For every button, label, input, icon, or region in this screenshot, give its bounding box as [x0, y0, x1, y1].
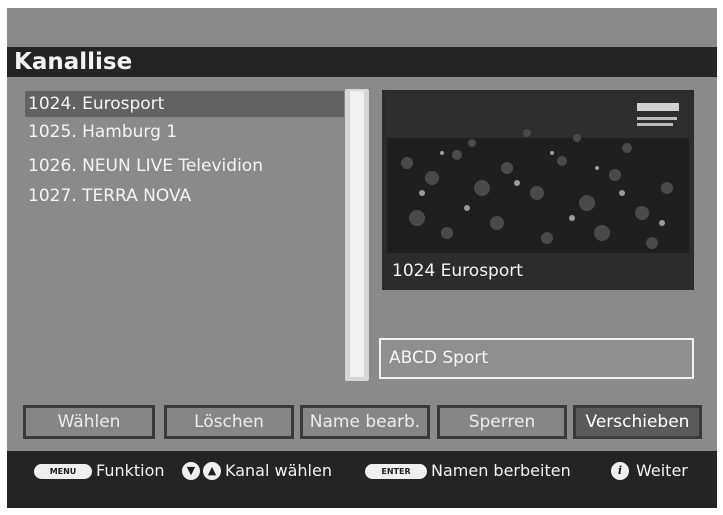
key-hints: MENU Funktion ▼ ▲ Kanal wählen ENTER Nam… [7, 458, 717, 484]
channel-item-label: 1025. Hamburg 1 [28, 122, 178, 142]
arrow-down-icon: ▼ [182, 462, 200, 480]
channel-item-label: 1024. Eurosport [28, 94, 165, 114]
channel-list-scrollbar[interactable] [345, 89, 369, 381]
page-title: Kanallise [14, 49, 133, 75]
channel-item-1026[interactable]: 1026. NEUN LIVE Televidion [25, 153, 344, 179]
footer-help-bar: MENU Funktion ▼ ▲ Kanal wählen ENTER Nam… [7, 451, 717, 508]
channel-item-1024[interactable]: 1024. Eurosport [25, 91, 344, 117]
move-button[interactable]: Verschieben [573, 405, 702, 439]
channel-list[interactable]: 1024. Eurosport 1025. Hamburg 1 1026. NE… [25, 91, 345, 381]
tv-menu-screen: Kanallise 1024. Eurosport 1025. Hamburg … [7, 8, 717, 508]
arrows-hint-text: Kanal wählen [225, 461, 332, 480]
title-bar: Kanallise [7, 47, 717, 77]
menu-hint-text: Funktion [96, 461, 165, 480]
channel-item-label: 1027. TERRA NOVA [28, 186, 192, 206]
arrow-up-icon: ▲ [203, 462, 221, 480]
channel-name-input[interactable]: ABCD Sport [379, 338, 694, 379]
info-hint-text: Weiter [636, 461, 688, 480]
channel-preview: 1024 Eurosport [382, 90, 694, 290]
channel-item-label: 1026. NEUN LIVE Televidion [28, 156, 263, 176]
scrollbar-thumb[interactable] [350, 91, 364, 377]
menu-key-icon: MENU [34, 464, 92, 479]
delete-button[interactable]: Löschen [164, 405, 294, 439]
select-button[interactable]: Wählen [23, 405, 155, 439]
channel-name-value: ABCD Sport [389, 348, 488, 368]
preview-image [387, 93, 689, 253]
channel-item-1025[interactable]: 1025. Hamburg 1 [25, 119, 344, 145]
lock-button[interactable]: Sperren [437, 405, 567, 439]
enter-hint-text: Namen berbeiten [431, 461, 571, 480]
enter-key-icon: ENTER [365, 464, 427, 479]
rename-button[interactable]: Name bearb. [300, 405, 430, 439]
channel-item-1027[interactable]: 1027. TERRA NOVA [25, 183, 344, 209]
preview-channel-name: 1024 Eurosport [392, 261, 523, 281]
info-icon: i [611, 462, 629, 480]
